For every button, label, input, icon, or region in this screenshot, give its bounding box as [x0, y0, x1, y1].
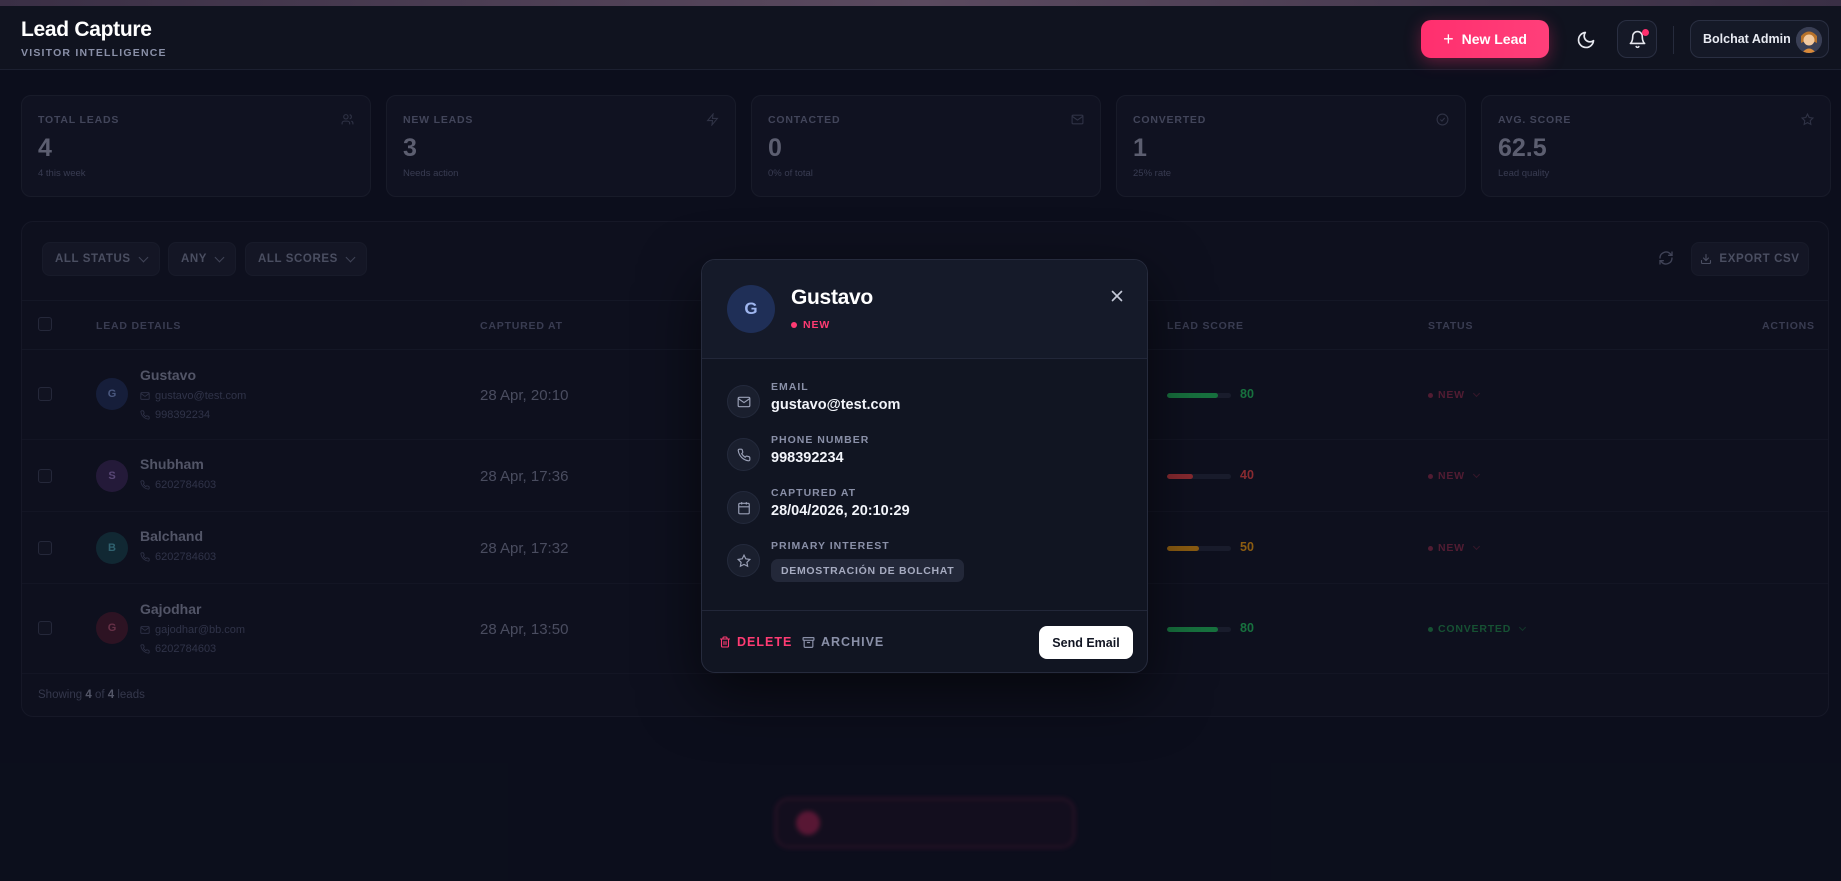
field-label: CAPTURED AT: [771, 487, 857, 499]
status-label: NEW: [803, 319, 831, 331]
modal-footer: DELETE ARCHIVE Send Email: [702, 610, 1147, 672]
plus-icon: +: [1443, 29, 1454, 49]
email-field: EMAIL gustavo@test.com: [727, 381, 1127, 427]
avatar: [1796, 27, 1822, 53]
lead-name: Gustavo: [791, 286, 873, 309]
new-lead-button[interactable]: + New Lead: [1421, 20, 1549, 58]
trash-icon: [719, 636, 731, 648]
page-title: Lead Capture: [21, 18, 152, 41]
send-email-button[interactable]: Send Email: [1039, 626, 1133, 659]
archive-label: ARCHIVE: [821, 635, 885, 649]
field-label: PHONE NUMBER: [771, 434, 870, 446]
phone-value[interactable]: 998392234: [771, 450, 844, 466]
captured-at-value: 28/04/2026, 20:10:29: [771, 503, 910, 519]
primary-interest-field: PRIMARY INTEREST DEMOSTRACIÓN DE BOLCHAT: [727, 540, 1127, 586]
delete-button[interactable]: DELETE: [719, 635, 792, 649]
lead-detail-modal: G Gustavo NEW EMAIL gustavo@test.com PHO…: [701, 259, 1148, 673]
captured-at-field: CAPTURED AT 28/04/2026, 20:10:29: [727, 487, 1127, 533]
field-label: EMAIL: [771, 381, 809, 393]
close-icon[interactable]: [1108, 287, 1126, 305]
archive-icon: [802, 636, 815, 648]
email-value[interactable]: gustavo@test.com: [771, 397, 900, 413]
notifications-button[interactable]: [1617, 20, 1657, 58]
status-badge: NEW: [791, 319, 830, 331]
notification-dot: [1642, 29, 1649, 36]
app-header: Lead Capture VISITOR INTELLIGENCE + New …: [0, 6, 1841, 70]
archive-button[interactable]: ARCHIVE: [802, 635, 884, 649]
field-label: PRIMARY INTEREST: [771, 540, 890, 552]
user-menu[interactable]: Bolchat Admin: [1690, 20, 1829, 58]
moon-icon[interactable]: [1576, 30, 1596, 50]
modal-header: G Gustavo NEW: [702, 260, 1147, 359]
brand: Lead Capture VISITOR INTELLIGENCE: [21, 18, 167, 59]
user-name: Bolchat Admin: [1703, 32, 1791, 46]
avatar: G: [727, 285, 775, 333]
calendar-icon: [727, 491, 760, 524]
status-dot: [791, 322, 797, 328]
new-lead-label: New Lead: [1461, 31, 1527, 47]
phone-icon: [727, 438, 760, 471]
interest-tag: DEMOSTRACIÓN DE BOLCHAT: [771, 559, 965, 582]
header-divider: [1673, 26, 1674, 54]
star-icon: [727, 544, 760, 577]
page-subtitle: VISITOR INTELLIGENCE: [21, 47, 167, 59]
phone-field: PHONE NUMBER 998392234: [727, 434, 1127, 480]
delete-label: DELETE: [737, 635, 793, 649]
mail-icon: [727, 385, 760, 418]
